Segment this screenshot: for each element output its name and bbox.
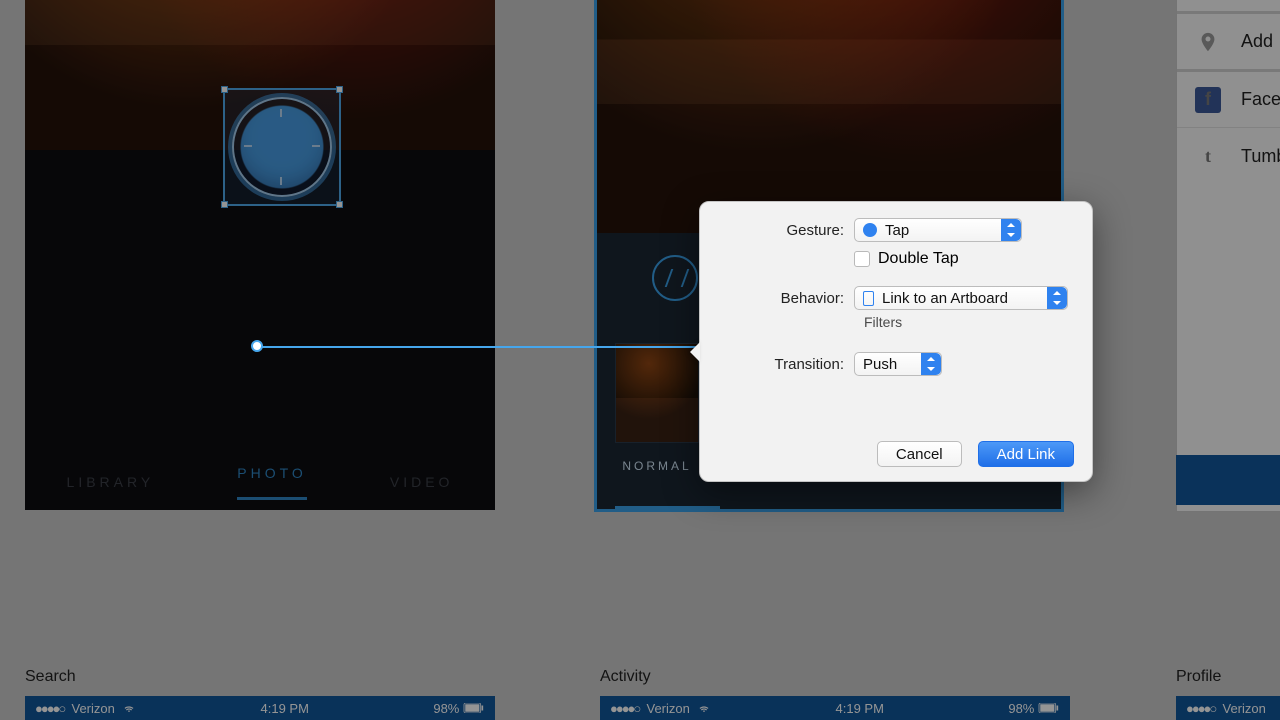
cancel-button[interactable]: Cancel — [877, 441, 962, 467]
prototype-link-popover: Gesture: Tap Double Tap Behavior: Link t… — [699, 201, 1093, 482]
selection-frame[interactable] — [223, 88, 341, 206]
double-tap-checkbox[interactable] — [854, 251, 870, 267]
share-row-facebook[interactable]: f Facebook — [1177, 69, 1280, 127]
status-bar: ●●●●○ Verizon 4:19 PM 98% — [600, 696, 1070, 720]
location-pin-icon — [1195, 29, 1221, 55]
share-row-label: Facebook — [1241, 89, 1280, 110]
status-bar: ●●●●○ Verizon 4:19 PM 98% — [25, 696, 495, 720]
active-filter-underline — [615, 506, 720, 509]
tumblr-icon: t — [1195, 144, 1221, 170]
artboard-share: Add f Facebook t Tumblr — [1176, 0, 1280, 512]
share-row-label: Add — [1241, 31, 1273, 52]
double-tap-label: Double Tap — [878, 250, 959, 268]
artboard-label: Activity — [600, 668, 651, 686]
transition-label: Transition: — [700, 356, 854, 373]
tab-library[interactable]: LIBRARY — [67, 474, 155, 490]
behavior-label: Behavior: — [700, 290, 854, 307]
tab-video[interactable]: VIDEO — [390, 474, 454, 490]
artboard-capture: LIBRARY PHOTO VIDEO — [25, 0, 495, 510]
artboard-label: Profile — [1176, 668, 1221, 686]
tab-photo[interactable]: PHOTO — [237, 465, 307, 500]
adjust-icon[interactable] — [652, 255, 698, 301]
transition-select[interactable]: Push — [854, 352, 942, 376]
behavior-target-label: Filters — [864, 314, 902, 330]
filtered-preview — [597, 0, 1061, 233]
artboard-label: Search — [25, 668, 76, 686]
behavior-select[interactable]: Link to an Artboard — [854, 286, 1068, 310]
share-row-label: Tumblr — [1241, 146, 1280, 167]
capture-tabs: LIBRARY PHOTO VIDEO — [25, 454, 495, 510]
tap-dot-icon — [863, 223, 877, 237]
status-bar: ●●●●○ Verizon — [1176, 696, 1280, 720]
share-row-tumblr[interactable]: t Tumblr — [1177, 127, 1280, 185]
gesture-label: Gesture: — [700, 222, 854, 239]
prototype-link-line[interactable] — [257, 344, 711, 350]
facebook-icon: f — [1195, 87, 1221, 113]
filter-item[interactable]: NORMAL — [615, 343, 699, 473]
share-row-add-location[interactable]: Add — [1177, 11, 1280, 69]
artboard-icon — [863, 291, 874, 306]
gesture-select[interactable]: Tap — [854, 218, 1022, 242]
primary-button-cropped[interactable] — [1176, 455, 1280, 505]
add-link-button[interactable]: Add Link — [978, 441, 1074, 467]
